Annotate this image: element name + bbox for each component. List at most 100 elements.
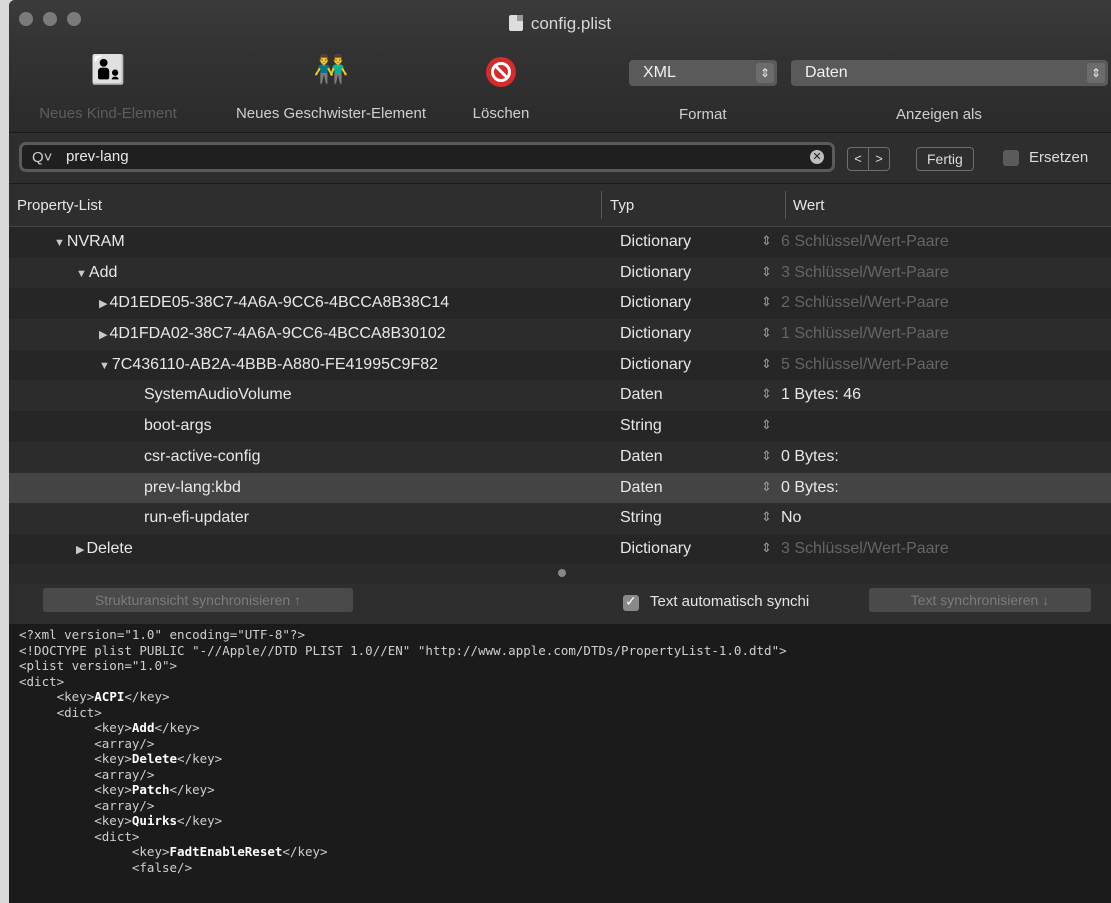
find-previous-button[interactable]: < (848, 148, 868, 170)
column-header-typ[interactable]: Typ (610, 197, 634, 214)
row-type[interactable]: Daten (620, 448, 663, 466)
xml-source-text[interactable]: <?xml version="1.0" encoding="UTF-8"?> <… (9, 625, 1111, 875)
row-value[interactable]: 0 Bytes: (781, 479, 839, 497)
property-list-table: Property-List Typ Wert ▼ NVRAM Dictionary ⇕… (9, 184, 1111, 564)
row-type[interactable]: Dictionary (620, 294, 691, 312)
row-value[interactable]: 1 Schlüssel/Wert-Paare (781, 325, 949, 343)
search-field[interactable]: Q˅ prev-lang ✕ (19, 142, 835, 172)
display-as-value: Daten (805, 64, 848, 81)
row-type[interactable]: Dictionary (620, 356, 691, 374)
new-sibling-button[interactable]: 👬 Neues Geschwister-Element (211, 48, 451, 123)
row-key-text: Add (88, 263, 118, 281)
row-type[interactable]: Daten (620, 479, 663, 497)
column-divider[interactable] (601, 191, 602, 219)
clear-search-icon[interactable]: ✕ (810, 150, 824, 164)
search-input[interactable]: prev-lang (66, 148, 129, 165)
row-value[interactable]: 1 Bytes: 46 (781, 386, 861, 404)
done-button[interactable]: Fertig (916, 147, 974, 171)
table-row[interactable]: ▼ 7C436110-AB2A-4BBB-A880-FE41995C9F82 Dic… (9, 350, 1111, 381)
column-header-property-list[interactable]: Property-List (17, 197, 102, 214)
row-key[interactable]: ▶ 4D1EDE05-38C7-4A6A-9CC6-4BCCA8B38C14 (99, 294, 449, 312)
type-select-arrows-icon[interactable]: ⇕ (761, 325, 772, 341)
row-key[interactable]: prev-lang:kbd (144, 479, 241, 497)
format-select[interactable]: XML ⇕ (629, 60, 777, 86)
row-type[interactable]: String (620, 417, 662, 435)
find-next-button[interactable]: > (868, 148, 889, 170)
search-icon[interactable]: Q˅ (32, 149, 52, 166)
window-title: config.plist (530, 14, 612, 33)
disclosure-open-icon[interactable]: ▼ (99, 360, 110, 372)
table-row[interactable]: SystemAudioVolume Daten ⇕ 1 Bytes: 46 (9, 380, 1111, 412)
table-row[interactable]: ▼ NVRAM Dictionary ⇕ 6 Schlüssel/Wert-Paare (9, 227, 1111, 258)
row-key[interactable]: ▼ 7C436110-AB2A-4BBB-A880-FE41995C9F82 (99, 356, 438, 374)
row-value[interactable]: 2 Schlüssel/Wert-Paare (781, 294, 949, 312)
new-child-label: Neues Kind-Element (39, 105, 177, 122)
sync-text-button[interactable]: Text synchronisieren ↓ (869, 588, 1091, 612)
new-child-button[interactable]: 👨‍👦 Neues Kind-Element (23, 48, 193, 123)
row-key[interactable]: ▶ Delete (76, 540, 133, 558)
type-select-arrows-icon[interactable]: ⇕ (761, 264, 772, 280)
row-key-text: 4D1FDA02-38C7-4A6A-9CC6-4BCCA8B30102 (109, 325, 446, 343)
row-value[interactable]: 3 Schlüssel/Wert-Paare (781, 540, 949, 558)
row-value[interactable]: No (781, 509, 801, 527)
sync-structure-button[interactable]: Strukturansicht synchronisieren ↑ (43, 588, 353, 612)
select-arrows-icon: ⇕ (756, 63, 774, 83)
row-key[interactable]: ▼ Add (76, 264, 117, 282)
table-row[interactable]: ▶ 4D1EDE05-38C7-4A6A-9CC6-4BCCA8B38C14 Dic… (9, 288, 1111, 319)
type-select-arrows-icon[interactable]: ⇕ (761, 386, 772, 402)
new-sibling-label: Neues Geschwister-Element (235, 105, 427, 122)
row-type[interactable]: Dictionary (620, 325, 691, 343)
disclosure-closed-icon[interactable]: ▶ (76, 544, 84, 556)
table-row[interactable]: run-efi-updater String ⇕ No (9, 503, 1111, 534)
row-key[interactable]: ▶ 4D1FDA02-38C7-4A6A-9CC6-4BCCA8B30102 (99, 325, 446, 343)
table-row[interactable]: ▶ 4D1FDA02-38C7-4A6A-9CC6-4BCCA8B30102 Dic… (9, 319, 1111, 350)
select-arrows-icon: ⇕ (1087, 63, 1105, 83)
row-value[interactable]: 5 Schlüssel/Wert-Paare (781, 356, 949, 374)
auto-sync-checkbox[interactable] (623, 593, 639, 611)
table-row[interactable]: boot-args String ⇕ (9, 411, 1111, 442)
auto-sync-label: Text automatisch synchi (650, 593, 810, 610)
split-view-divider[interactable] (9, 564, 1111, 584)
row-type[interactable]: String (620, 509, 662, 527)
type-select-arrows-icon[interactable]: ⇕ (761, 417, 772, 433)
type-select-arrows-icon[interactable]: ⇕ (761, 509, 772, 525)
row-type[interactable]: Dictionary (620, 264, 691, 282)
table-row[interactable]: prev-lang:kbd Daten ⇕ 0 Bytes: (9, 472, 1111, 504)
table-row[interactable]: csr-active-config Daten ⇕ 0 Bytes: (9, 441, 1111, 473)
row-key[interactable]: ▼ NVRAM (54, 233, 125, 251)
delete-button[interactable]: Löschen (461, 48, 541, 122)
column-header-wert[interactable]: Wert (793, 197, 824, 214)
column-divider[interactable] (785, 191, 786, 219)
disclosure-closed-icon[interactable]: ▶ (99, 329, 107, 341)
format-value: XML (643, 64, 676, 81)
table-row[interactable]: ▶ Delete Dictionary ⇕ 3 Schlüssel/Wert-Paare (9, 534, 1111, 565)
row-value[interactable]: 0 Bytes: (781, 448, 839, 466)
row-type[interactable]: Daten (620, 386, 663, 404)
type-select-arrows-icon[interactable]: ⇕ (761, 356, 772, 372)
type-select-arrows-icon[interactable]: ⇕ (761, 233, 772, 249)
table-row[interactable]: ▼ Add Dictionary ⇕ 3 Schlüssel/Wert-Paare (9, 257, 1111, 289)
replace-label: Ersetzen (1029, 149, 1089, 166)
display-as-select[interactable]: Daten ⇕ (791, 60, 1108, 86)
row-key[interactable]: boot-args (144, 417, 212, 435)
disclosure-open-icon[interactable]: ▼ (76, 268, 87, 280)
row-type[interactable]: Dictionary (620, 540, 691, 558)
disclosure-closed-icon[interactable]: ▶ (99, 298, 107, 310)
row-key[interactable]: SystemAudioVolume (144, 386, 292, 404)
type-select-arrows-icon[interactable]: ⇕ (761, 540, 772, 556)
replace-checkbox[interactable] (1003, 150, 1019, 166)
row-key-text: 4D1EDE05-38C7-4A6A-9CC6-4BCCA8B38C14 (109, 294, 450, 312)
row-key[interactable]: run-efi-updater (144, 509, 249, 527)
type-select-arrows-icon[interactable]: ⇕ (761, 479, 772, 495)
row-type[interactable]: Dictionary (620, 233, 691, 251)
row-value[interactable]: 3 Schlüssel/Wert-Paare (781, 264, 949, 282)
splitter-handle-icon[interactable] (558, 569, 566, 577)
type-select-arrows-icon[interactable]: ⇕ (761, 294, 772, 310)
type-select-arrows-icon[interactable]: ⇕ (761, 448, 772, 464)
xml-source-editor[interactable]: <?xml version="1.0" encoding="UTF-8"?> <… (9, 625, 1111, 903)
find-bar: Q˅ prev-lang ✕ < > Fertig Ersetzen (9, 133, 1111, 184)
disclosure-open-icon[interactable]: ▼ (54, 237, 65, 249)
row-key[interactable]: csr-active-config (144, 448, 260, 466)
row-value[interactable]: 6 Schlüssel/Wert-Paare (781, 233, 949, 251)
delete-icon-wrap (461, 48, 541, 90)
